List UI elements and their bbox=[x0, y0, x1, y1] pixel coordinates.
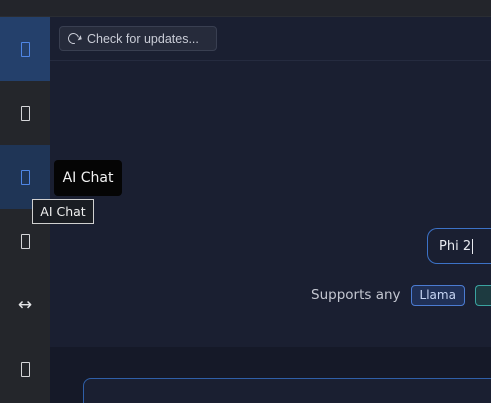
left-right-arrow-icon: ↔ bbox=[17, 295, 33, 315]
refresh-icon bbox=[65, 30, 82, 47]
app-icon bbox=[20, 233, 30, 249]
supports-text: Supports any bbox=[311, 287, 401, 303]
main-content: Check for updates... Phi 2 Supports any … bbox=[50, 17, 491, 403]
model-search-input[interactable]: Phi 2 bbox=[427, 228, 491, 264]
native-title-tooltip: AI Chat bbox=[32, 199, 94, 224]
lower-section bbox=[50, 347, 491, 403]
model-tag-llama[interactable]: Llama bbox=[410, 284, 465, 306]
app-icon bbox=[20, 41, 30, 57]
sidebar-item-2[interactable] bbox=[0, 81, 50, 145]
text-caret bbox=[472, 238, 474, 254]
check-updates-button[interactable]: Check for updates... bbox=[59, 26, 217, 51]
check-updates-label: Check for updates... bbox=[87, 31, 199, 46]
app-icon bbox=[20, 361, 30, 377]
chat-icon bbox=[20, 169, 30, 185]
content-panel bbox=[83, 378, 491, 403]
model-input-value: Phi 2 bbox=[439, 238, 472, 254]
model-tag-truncated[interactable] bbox=[474, 284, 491, 306]
app-icon bbox=[20, 105, 30, 121]
app-window: ↔ Check for updates... Phi 2 Supports an… bbox=[0, 0, 491, 403]
supports-row: Supports any Llama bbox=[311, 283, 491, 307]
sidebar-item-1[interactable] bbox=[0, 17, 50, 81]
sidebar-item-6[interactable] bbox=[0, 337, 50, 401]
sidebar-item-5[interactable]: ↔ bbox=[0, 273, 50, 337]
hero-section: Phi 2 Supports any Llama bbox=[50, 61, 491, 347]
hover-tooltip: AI Chat bbox=[54, 160, 122, 196]
title-strip bbox=[0, 0, 491, 17]
header-bar: Check for updates... bbox=[50, 17, 491, 61]
